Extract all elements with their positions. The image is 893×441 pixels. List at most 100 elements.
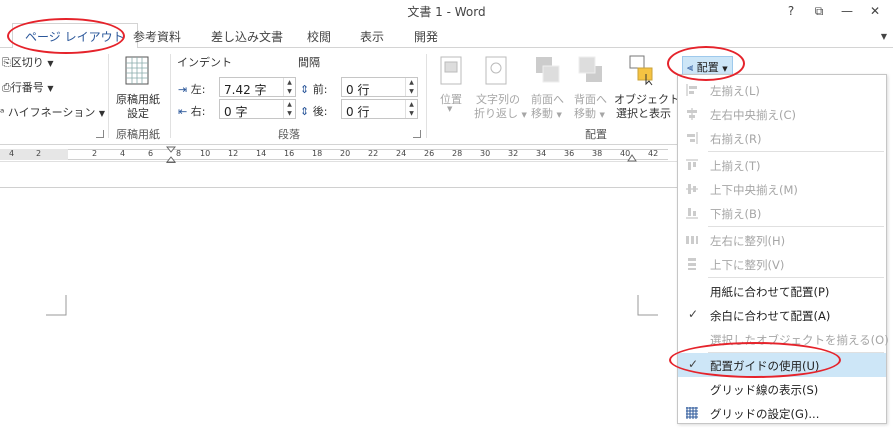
hyphenation-button[interactable]: ᵃ ハイフネーション ▼ [0,104,105,120]
align-center-icon [687,108,697,120]
group-separator [426,54,427,138]
tab-view[interactable]: 表示 [360,28,384,45]
send-backward-icon [578,56,602,82]
tab-mailings[interactable]: 差し込み文書 [211,28,283,45]
wrap-text-label: 折り返し ▼ [474,107,527,120]
spacing-after-icon: ⇕ [300,105,310,118]
tab-references[interactable]: 参考資料 [133,28,181,45]
align-bottom-icon [686,208,698,219]
menu-item-align-selected-objects[interactable]: 選択したオブジェクトを揃える(O) [678,327,889,351]
spacing-after-input[interactable]: 0 行 ▲ ▼ [341,99,418,119]
ruler-tick: 4 [120,149,126,158]
indent-right-input[interactable]: 0 字 ▲ ▼ [219,99,296,119]
spacing-before-label: ⇕ 前: [300,83,328,96]
menu-item-align-right[interactable]: 右揃え(R) [678,126,886,150]
selection-pane-label: 選択と表示 [616,107,671,120]
spinner-arrows-icon[interactable]: ▲ ▼ [405,78,417,96]
margin-corner-mark-left [46,295,67,316]
menu-item-distribute-vertical[interactable]: 上下に整列(V) [678,252,886,276]
align-dropdown-menu: 左揃え(L) 左右中央揃え(C) 右揃え(R) 上揃え(T) 上下中央揃え(M)… [677,74,889,425]
ruler-tick: 18 [312,149,323,158]
align-button[interactable]: ⫷ 配置 ▼ [682,56,733,76]
align-right-icon [687,132,698,144]
page-top-edge [0,187,677,188]
indent-left-input[interactable]: 7.42 字 ▲ ▼ [219,77,296,97]
ruler-tick: 32 [508,149,519,158]
ruler-tick: 26 [424,149,435,158]
check-icon: ✓ [688,357,699,371]
horizontal-ruler[interactable]: 4 2 2 4 6 8 10 12 14 16 18 20 22 24 26 2… [0,146,677,169]
tab-review[interactable]: 校閲 [307,28,331,45]
menu-item-grid-settings[interactable]: グリッドの設定(G)... [678,401,886,425]
genko-paper-icon [125,56,149,85]
right-indent-marker-icon[interactable] [627,154,637,162]
menu-item-align-left[interactable]: 左揃え(L) [678,78,886,102]
spinner-arrows-icon[interactable]: ▲ ▼ [283,78,295,96]
bring-forward-label: 移動 ▼ [531,107,562,120]
check-icon: ✓ [688,307,699,321]
ribbon-display-options-button[interactable]: ⧉ [808,2,830,20]
margin-corner-mark-right [637,295,658,316]
menu-item-align-center[interactable]: 左右中央揃え(C) [678,102,886,126]
ruler-tick: 2 [92,149,98,158]
send-backward-label: 移動 ▼ [574,107,605,120]
menu-item-align-to-page[interactable]: 用紙に合わせて配置(P) [678,279,886,303]
minimize-button[interactable]: — [836,2,858,20]
ruler-tick: 24 [396,149,407,158]
wrap-text-icon [485,56,507,85]
ruler-tick: 22 [368,149,379,158]
ruler-tick: 38 [592,149,603,158]
ruler-tick: 30 [480,149,491,158]
distribute-horizontal-icon [686,236,698,244]
menu-separator [708,277,884,278]
menu-item-align-top[interactable]: 上揃え(T) [678,153,886,177]
ruler-tick: 42 [648,149,659,158]
document-canvas[interactable] [0,163,677,441]
menu-separator [708,151,884,152]
spacing-after-label: ⇕ 後: [300,105,328,118]
chevron-down-icon: ▼ [47,84,54,93]
chevron-down-icon: ▼ [556,111,562,119]
arrange-group-label: 配置 [585,128,607,141]
indent-left-icon: ⇥ [178,83,188,96]
ribbon-tabs: ページ レイアウト 参考資料 差し込み文書 校閲 表示 開発 ▼ [0,22,893,49]
help-button[interactable]: ? [780,2,802,20]
breaks-icon: ⎘ [2,56,11,69]
indent-right-label: ⇤ 右: [178,105,206,118]
menu-item-align-middle[interactable]: 上下中央揃え(M) [678,177,886,201]
menu-item-use-alignment-guides[interactable]: ✓ 配置ガイドの使用(U) [678,353,886,377]
close-button[interactable]: ✕ [864,2,886,20]
menu-item-view-gridlines[interactable]: グリッド線の表示(S) [678,377,886,401]
ruler-tick: 20 [340,149,351,158]
ruler-tick: 14 [256,149,267,158]
ruler-tick: 10 [200,149,211,158]
bring-forward-icon [536,57,560,83]
tab-page-layout[interactable]: ページ レイアウト [12,23,138,49]
chevron-down-icon: ▼ [98,109,106,118]
chevron-down-icon: ▼ [447,105,453,113]
chevron-down-icon: ▼ [521,111,527,119]
collapse-ribbon-icon[interactable]: ▼ [881,32,887,41]
chevron-down-icon: ▼ [47,59,54,68]
indent-label: インデント [177,56,232,69]
page-setup-dialog-launcher[interactable] [96,130,104,138]
spinner-arrows-icon[interactable]: ▲ ▼ [283,100,295,118]
position-icon [440,56,462,85]
spinner-arrows-icon[interactable]: ▲ ▼ [405,100,417,118]
line-numbers-button[interactable]: ⎙行番号 ▼ [2,79,53,95]
spacing-before-input[interactable]: 0 行 ▲ ▼ [341,77,418,97]
menu-item-align-to-margin[interactable]: ✓ 余白に合わせて配置(A) [678,303,886,327]
paragraph-dialog-launcher[interactable] [413,130,421,138]
tab-developer[interactable]: 開発 [414,28,438,45]
breaks-button[interactable]: ⎘区切り ▼ [2,54,53,70]
ruler-tick: 2 [36,149,42,158]
ruler-tick: 8 [176,149,182,158]
right-border [887,48,893,441]
chevron-down-icon: ▼ [599,111,605,119]
hyphenation-icon: ᵃ [0,106,5,119]
align-top-icon [686,159,698,170]
spacing-before-icon: ⇕ [300,83,310,96]
menu-item-distribute-horizontal[interactable]: 左右に整列(H) [678,228,886,252]
menu-item-align-bottom[interactable]: 下揃え(B) [678,201,886,225]
grid-icon [686,407,698,419]
